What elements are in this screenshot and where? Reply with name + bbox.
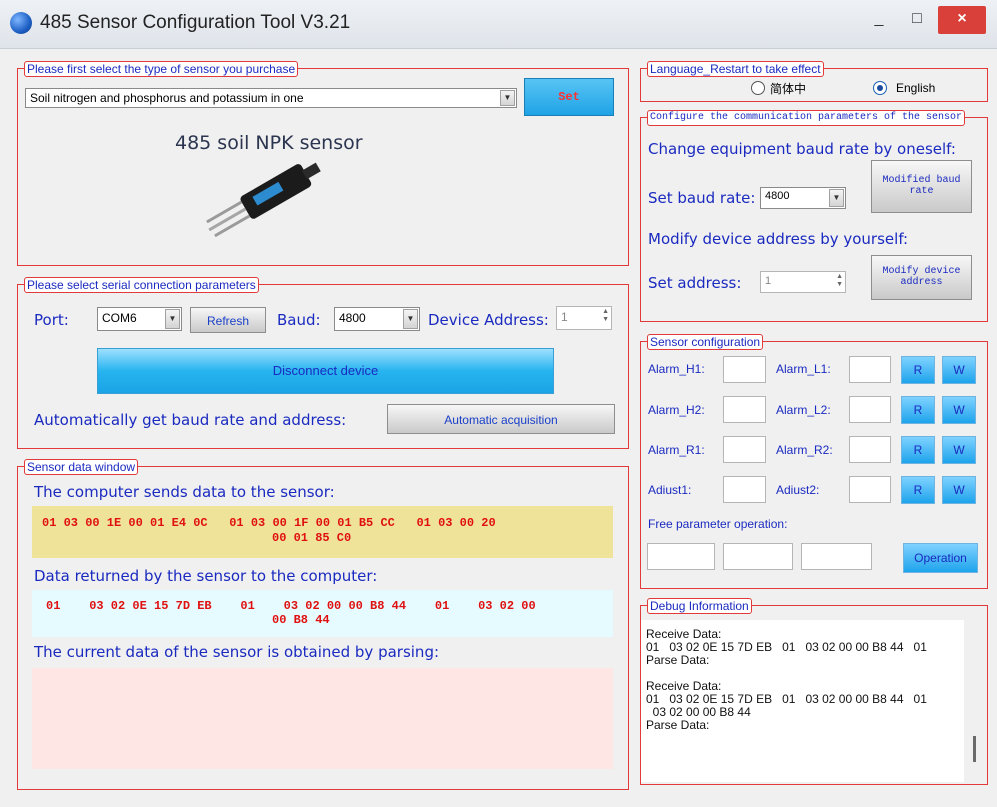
adjust1-input[interactable]: [723, 476, 766, 503]
window-title: 485 Sensor Configuration Tool V3.21: [40, 12, 351, 33]
alarm-r2-label: Alarm_R2:: [776, 443, 833, 457]
maximize-button[interactable]: □: [900, 6, 934, 34]
sent-data-line-1: 01 03 00 1E 00 01 E4 0C 01 03 00 1F 00 0…: [42, 516, 496, 530]
sent-data-line-2: 00 01 85 C0: [272, 531, 352, 545]
set-address-spinner[interactable]: 1 ▲ ▼: [760, 271, 846, 293]
sensor-type-value: Soil nitrogen and phosphorus and potassi…: [30, 91, 304, 105]
radio-english-label: English: [896, 81, 936, 95]
spinner-arrows-icon: ▲ ▼: [602, 308, 609, 323]
free-param-input-1[interactable]: [647, 543, 715, 570]
set-baud-select[interactable]: 4800 ▼: [760, 187, 846, 209]
write-button-row-4[interactable]: W: [942, 476, 976, 504]
alarm-l2-label: Alarm_L2:: [776, 403, 831, 417]
sent-data-label: The computer sends data to the sensor:: [34, 483, 335, 501]
minimize-button[interactable]: _: [862, 6, 896, 34]
chevron-down-icon: ▼: [403, 309, 418, 329]
language-group: Language_Restart to take effect: [640, 61, 988, 102]
read-button-row-1[interactable]: R: [901, 356, 935, 384]
debug-scrollbar[interactable]: [964, 620, 985, 782]
disconnect-device-button[interactable]: Disconnect device: [97, 348, 554, 394]
set-sensor-type-button[interactable]: Set: [524, 78, 614, 116]
app-globe-icon: [10, 12, 32, 34]
set-baud-value: 4800: [765, 190, 790, 202]
chevron-down-icon: ▼: [500, 90, 515, 106]
device-address-value: 1: [561, 310, 568, 324]
npk-sensor-image: [206, 162, 321, 238]
auto-detect-label: Automatically get baud rate and address:: [34, 411, 347, 429]
sensor-type-select[interactable]: Soil nitrogen and phosphorus and potassi…: [25, 88, 517, 108]
read-button-row-4[interactable]: R: [901, 476, 935, 504]
sent-data-box: 01 03 00 1E 00 01 E4 0C 01 03 00 1F 00 0…: [32, 506, 613, 558]
port-value: COM6: [102, 311, 137, 325]
operation-button[interactable]: Operation: [903, 543, 978, 573]
debug-log[interactable]: Receive Data: 01 03 02 0E 15 7D EB 01 03…: [641, 620, 964, 782]
refresh-button[interactable]: Refresh: [190, 307, 266, 333]
received-data-label: Data returned by the sensor to the compu…: [34, 567, 378, 585]
received-data-line-1: 01 03 02 0E 15 7D EB 01 03 02 00 00 B8 4…: [46, 599, 536, 613]
comm-params-legend: Configure the communication parameters o…: [647, 110, 966, 126]
free-param-input-2[interactable]: [723, 543, 793, 570]
read-button-row-3[interactable]: R: [901, 436, 935, 464]
debug-log-text: Receive Data: 01 03 02 0E 15 7D EB 01 03…: [646, 627, 927, 732]
received-data-line-2: 00 B8 44: [272, 613, 330, 627]
spinner-arrows-icon: ▲ ▼: [836, 273, 843, 288]
write-button-row-3[interactable]: W: [942, 436, 976, 464]
free-param-input-3[interactable]: [801, 543, 872, 570]
baud-value: 4800: [339, 311, 366, 325]
chevron-down-icon: ▼: [165, 309, 180, 329]
baud-heading: Change equipment baud rate by oneself:: [648, 140, 956, 158]
baud-select[interactable]: 4800 ▼: [334, 307, 420, 331]
device-address-label: Device Address:: [428, 311, 549, 329]
alarm-h1-label: Alarm_H1:: [648, 362, 705, 376]
device-address-spinner[interactable]: 1 ▲ ▼: [556, 306, 612, 330]
address-heading: Modify device address by yourself:: [648, 230, 909, 248]
alarm-l1-input[interactable]: [849, 356, 891, 383]
baud-label: Baud:: [277, 311, 321, 329]
serial-legend: Please select serial connection paramete…: [24, 277, 259, 293]
read-button-row-2[interactable]: R: [901, 396, 935, 424]
alarm-r1-label: Alarm_R1:: [648, 443, 705, 457]
received-data-box: 01 03 02 0E 15 7D EB 01 03 02 00 00 B8 4…: [32, 590, 613, 637]
close-button[interactable]: ×: [938, 6, 986, 34]
write-button-row-1[interactable]: W: [942, 356, 976, 384]
language-legend: Language_Restart to take effect: [647, 61, 824, 77]
sensor-type-legend: Please first select the type of sensor y…: [24, 61, 299, 77]
radio-chinese[interactable]: [751, 81, 765, 95]
alarm-r2-input[interactable]: [849, 436, 891, 463]
radio-chinese-label: 简体中: [770, 82, 807, 96]
alarm-h1-input[interactable]: [723, 356, 766, 383]
debug-scrollbar-thumb[interactable]: [973, 736, 976, 762]
set-baud-label: Set baud rate:: [648, 189, 756, 207]
product-title: 485 soil NPK sensor: [175, 132, 363, 154]
automatic-acquisition-button[interactable]: Automatic acquisition: [387, 404, 615, 434]
write-button-row-2[interactable]: W: [942, 396, 976, 424]
alarm-l1-label: Alarm_L1:: [776, 362, 831, 376]
adjust2-label: Adiust2:: [776, 483, 820, 497]
port-label: Port:: [34, 311, 69, 329]
sensor-data-legend: Sensor data window: [24, 459, 139, 475]
set-address-label: Set address:: [648, 274, 742, 292]
alarm-l2-input[interactable]: [849, 396, 891, 423]
radio-english[interactable]: [873, 81, 887, 95]
sensor-config-legend: Sensor configuration: [647, 334, 764, 350]
alarm-r1-input[interactable]: [723, 436, 766, 463]
set-address-value: 1: [765, 275, 772, 287]
debug-legend: Debug Information: [647, 598, 752, 614]
alarm-h2-label: Alarm_H2:: [648, 403, 705, 417]
modify-baud-button[interactable]: Modified baud rate: [871, 160, 972, 213]
chevron-down-icon: ▼: [829, 189, 844, 207]
alarm-h2-input[interactable]: [723, 396, 766, 423]
adjust1-label: Adiust1:: [648, 483, 692, 497]
parsed-data-label: The current data of the sensor is obtain…: [34, 643, 440, 661]
port-select[interactable]: COM6 ▼: [97, 307, 182, 331]
adjust2-input[interactable]: [849, 476, 891, 503]
modify-address-button[interactable]: Modify device address: [871, 255, 972, 300]
parsed-data-box: [32, 668, 613, 769]
free-parameter-label: Free parameter operation:: [648, 517, 788, 531]
